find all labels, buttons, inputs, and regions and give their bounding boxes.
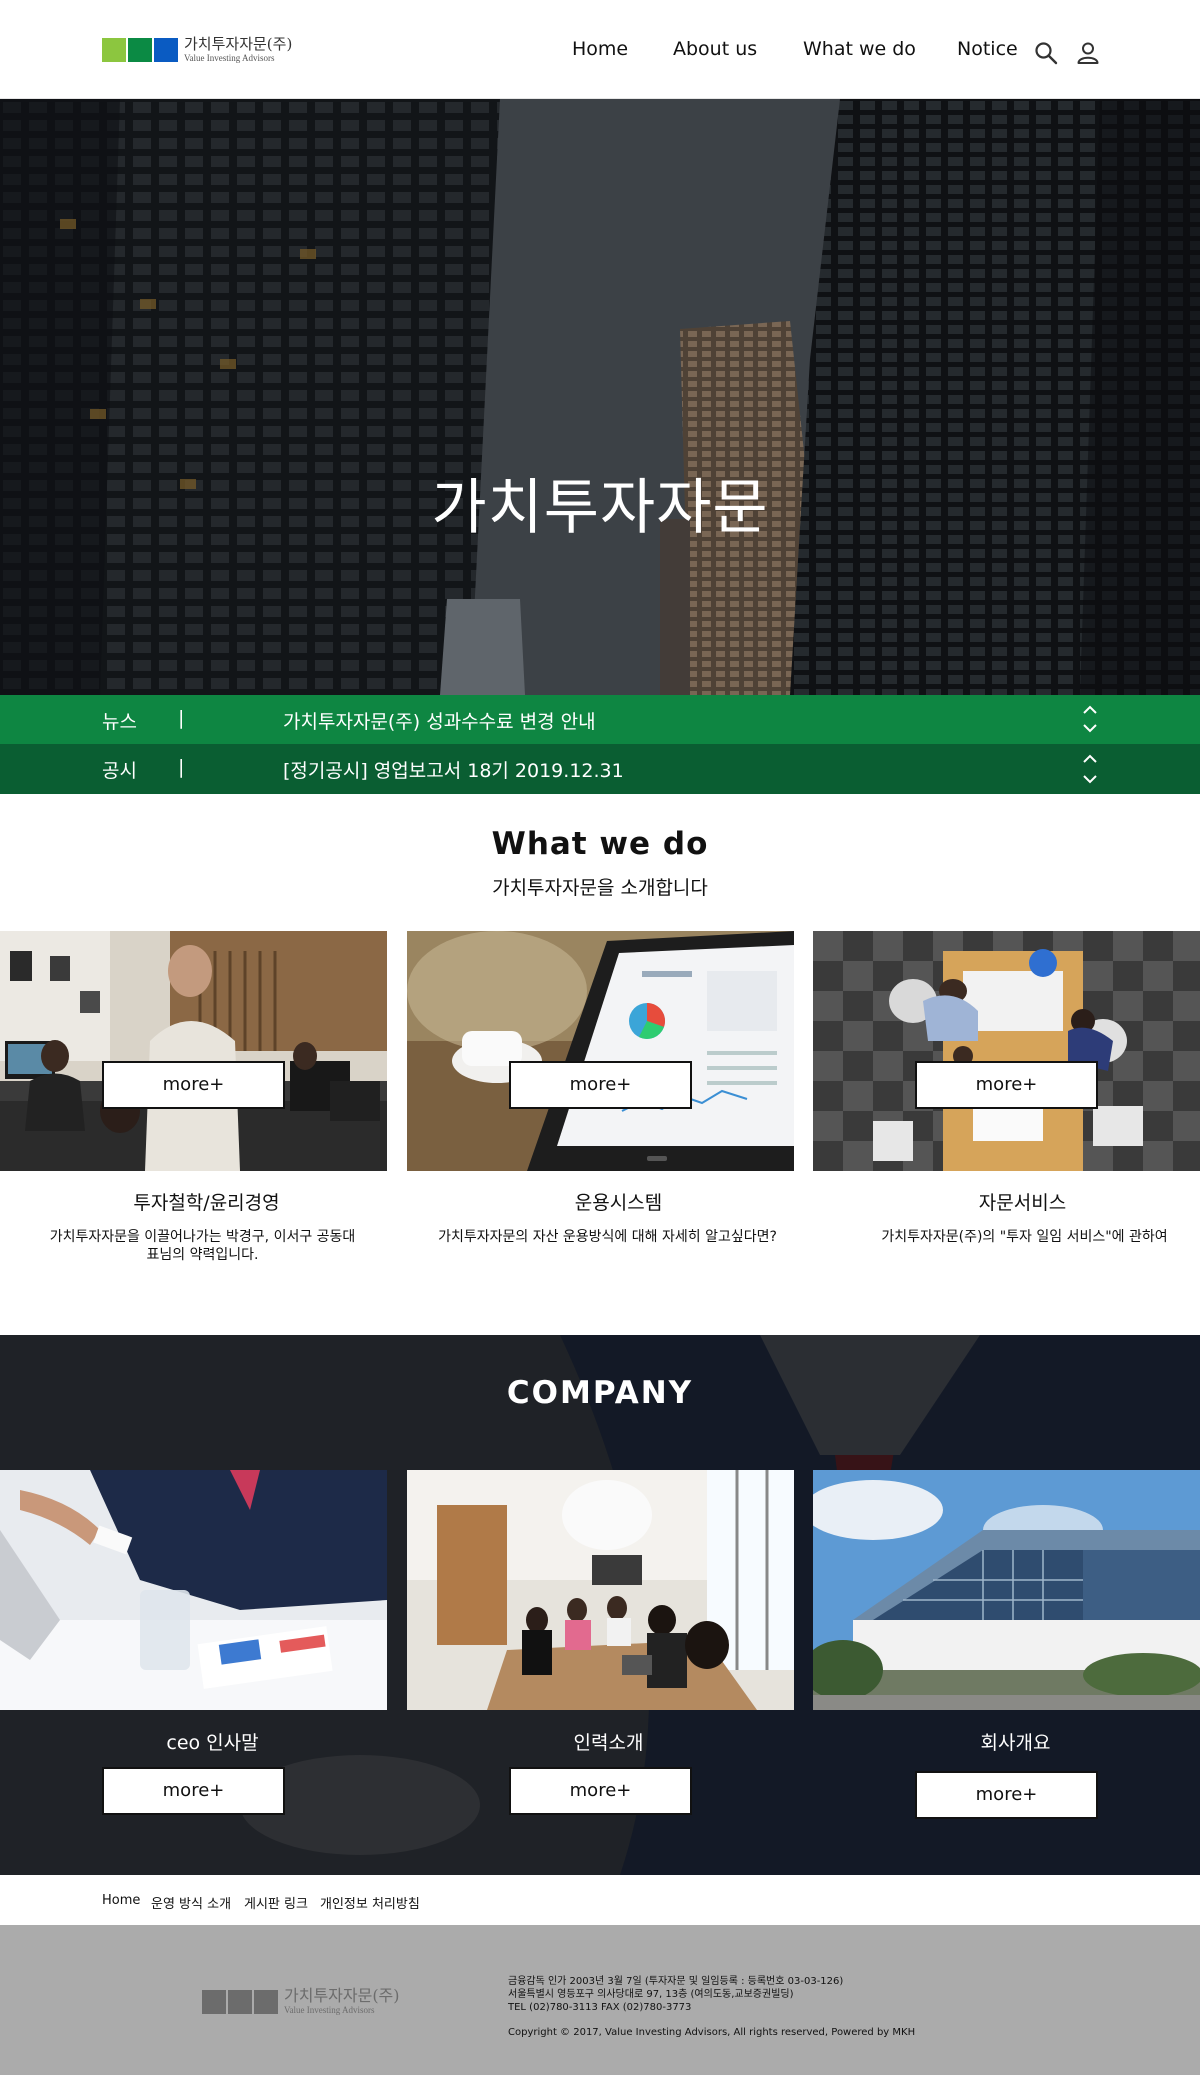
wwd-card-title: 자문서비스 [978,1192,1067,1214]
footer-logo-mark-icon [202,1989,278,2014]
what-we-do-subtitle: 가치투자자문을 소개합니다 [492,877,708,899]
main-nav: Home About us What we do Notice [0,38,1200,66]
news-ticker: 뉴스 | 가치투자자문(주) 성과수수료 변경 안내 [0,695,1200,744]
footer-logo: 가치투자자문(주) Value Investing Advisors [202,1988,400,2015]
nav-what-we-do[interactable]: What we do [803,38,916,60]
footer-logo-english-text: Value Investing Advisors [284,2005,375,2015]
company-card-staff [407,1470,794,1710]
company-card-overview [813,1470,1200,1710]
more-button[interactable]: more+ [509,1061,692,1109]
address-info: 서울특별시 영등포구 의사당대로 97, 13층 (여의도동,교보증권빌딩) [508,1989,794,2000]
license-info: 금융감독 인가 2003년 3월 7일 (투자자문 및 일임등록 : 등록번호 … [508,1976,844,1987]
company-title: COMPANY [506,1375,694,1411]
search-icon[interactable] [1033,40,1059,66]
ceo-more-button[interactable]: more+ [102,1767,285,1815]
hero-title: 가치투자자문 [431,473,769,543]
ticker-separator: | [178,707,185,729]
disclosure-ticker: 공시 | [정기공시] 영업보고서 18기 2019.12.31 [0,744,1200,794]
team-meeting-overhead-image [813,931,1200,1171]
wwd-card-philosophy: more+ [0,931,387,1171]
staff-meeting-image [407,1470,794,1710]
ticker-arrows-icon[interactable] [1080,701,1100,739]
site-footer: 가치투자자문(주) Value Investing Advisors 금융감독 … [0,1925,1200,2075]
footer-link-privacy[interactable]: 개인정보 처리방침 [320,1893,420,1912]
footer-link-operation[interactable]: 운영 방식 소개 [151,1893,231,1912]
contact-info: TEL (02)780-3113 FAX (02)780-3773 [508,2002,692,2013]
company-info: 금융감독 인가 2003년 3월 7일 (투자자문 및 일임등록 : 등록번호 … [508,1975,915,2039]
hero-buildings-image [0,99,1200,695]
company-card-title: 회사개요 [980,1732,1051,1754]
ticker-news-link[interactable]: 가치투자자문(주) 성과수수료 변경 안내 [283,707,596,734]
footer-link-home[interactable]: Home [102,1893,140,1908]
nav-about-us[interactable]: About us [673,38,757,60]
wwd-card-desc: 가치투자자문의 자산 운용방식에 대해 자세히 알고싶다면? [438,1229,777,1245]
company-card-ceo [0,1470,387,1710]
nav-home[interactable]: Home [572,38,628,60]
company-card-title: ceo 인사말 [166,1732,259,1754]
company-card-title: 인력소개 [573,1732,644,1754]
ceo-businessman-image [0,1470,387,1710]
ticker-separator: | [178,756,185,778]
overview-more-button[interactable]: more+ [915,1771,1098,1819]
copyright: Copyright © 2017, Value Investing Adviso… [508,2027,916,2038]
site-header: 가치투자자문(주) Value Investing Advisors Home … [0,0,1200,99]
wwd-card-title: 운용시스템 [574,1192,663,1214]
wwd-card-desc: 가치투자자문(주)의 "투자 일임 서비스"에 관하여 [881,1229,1168,1245]
staff-more-button[interactable]: more+ [509,1767,692,1815]
wwd-card-title: 투자철학/윤리경영 [133,1192,280,1214]
hero-banner: 가치투자자문 [0,99,1200,695]
what-we-do-title: What we do [491,826,709,862]
ticker-arrows-icon[interactable] [1080,750,1100,788]
page: 가치투자자문(주) Value Investing Advisors Home … [0,0,1200,2075]
more-button[interactable]: more+ [102,1061,285,1109]
ticker-category-news: 뉴스 [102,711,137,733]
wwd-card-desc: 가치투자자문을 이끌어나가는 박경구, 이서구 공동대표님의 약력입니다. [49,1229,356,1263]
wwd-card-advisory: more+ [813,931,1200,1171]
ticker-disclosure-link[interactable]: [정기공시] 영업보고서 18기 2019.12.31 [283,756,624,783]
footer-links: Home 운영 방식 소개 게시판 링크 개인정보 처리방침 [0,1875,1200,1925]
footer-logo-korean-text: 가치투자자문(주) [284,1986,400,2005]
nav-notice[interactable]: Notice [957,38,1018,60]
wwd-card-system: more+ [407,931,794,1171]
ticker-category-disclosure: 공시 [102,760,137,782]
company-section: COMPANY ceo 인사말 인력소개 회사개요 more+ more+ mo… [0,1335,1200,1875]
more-button[interactable]: more+ [915,1061,1098,1109]
footer-link-board[interactable]: 게시판 링크 [244,1893,308,1912]
tablet-chart-image [407,931,794,1171]
office-building-image [813,1470,1200,1710]
user-icon[interactable] [1075,40,1101,66]
office-meeting-image [0,931,387,1171]
